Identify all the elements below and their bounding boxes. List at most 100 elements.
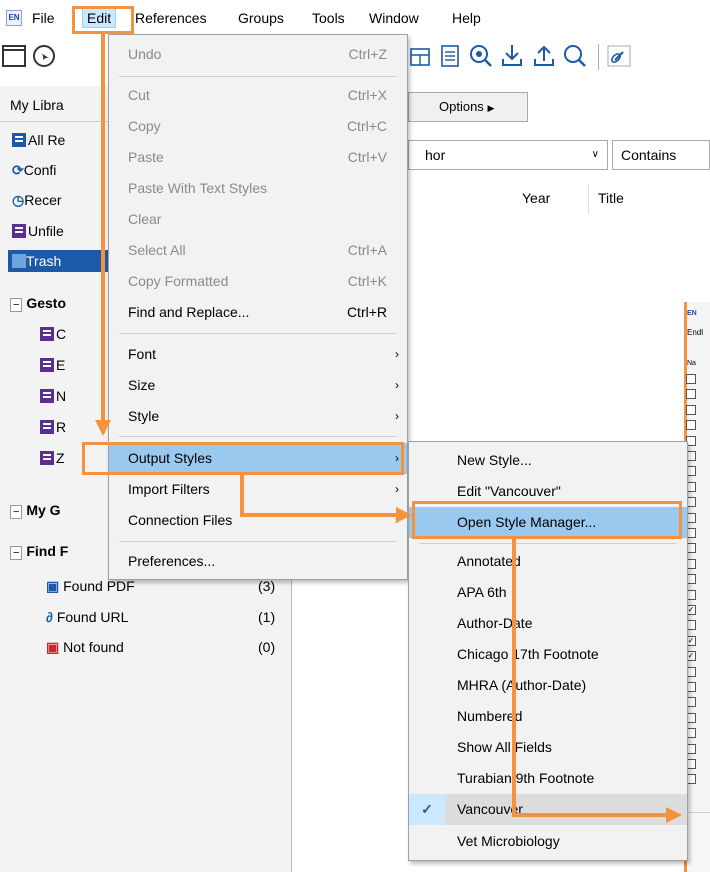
annotation-output-styles-highlight — [82, 442, 404, 475]
group-icon — [40, 420, 54, 434]
chevron-right-icon: › — [395, 378, 399, 392]
find-pdf-icon[interactable] — [562, 41, 588, 71]
chevron-down-icon: ∨ — [591, 149, 599, 160]
menu-file[interactable]: File — [32, 10, 55, 26]
submenu-item-style[interactable]: Turabian 9th Footnote — [409, 763, 687, 794]
group-item[interactable]: C — [40, 323, 66, 345]
group-item[interactable]: N — [40, 385, 66, 407]
clock-icon: ◷ — [12, 192, 25, 208]
submenu-item-style[interactable]: Show All Fields — [409, 732, 687, 763]
online-search-icon[interactable] — [468, 41, 494, 71]
submenu-item-style[interactable]: Author-Date — [409, 608, 687, 639]
submenu-item-style[interactable]: MHRA (Author-Date) — [409, 670, 687, 701]
menu-item-style[interactable]: Style › — [109, 401, 407, 432]
submenu-item-style[interactable]: Annotated — [409, 546, 687, 577]
submenu-item-style[interactable]: APA 6th — [409, 577, 687, 608]
not-found-item[interactable]: ▣ Not found — [46, 636, 124, 658]
menu-item-copy-formatted[interactable]: Copy Formatted Ctrl+K — [109, 266, 407, 297]
annotation-arrow-line — [240, 513, 400, 517]
group-item[interactable]: E — [40, 354, 65, 376]
collapse-icon[interactable]: − — [10, 298, 23, 312]
collapse-icon[interactable]: − — [10, 546, 23, 560]
menu-item-connection-files[interactable]: Connection Files› — [109, 505, 407, 536]
menu-item-size[interactable]: Size › — [109, 370, 407, 401]
unfiled-icon — [12, 224, 26, 238]
recently-added-item[interactable]: ◷Recer — [12, 189, 62, 211]
menu-item-find-and-replace[interactable]: Find and Replace... Ctrl+R — [109, 297, 407, 328]
menu-help[interactable]: Help — [452, 10, 481, 26]
submenu-item-style[interactable]: Chicago 17th Footnote — [409, 639, 687, 670]
submenu-item-style[interactable]: Numbered — [409, 701, 687, 732]
group-set-header[interactable]: − Gesto — [10, 292, 66, 314]
menu-groups[interactable]: Groups — [238, 10, 284, 26]
annotation-arrow-line — [240, 475, 244, 517]
style-checkbox[interactable] — [686, 374, 696, 384]
menu-item-import-filters[interactable]: Import Filters › — [109, 474, 407, 505]
folder-icon[interactable] — [2, 41, 28, 71]
menu-separator — [119, 76, 397, 77]
collapse-icon[interactable]: − — [10, 505, 23, 519]
annotation-arrowhead — [396, 507, 412, 523]
annotation-arrow-line — [101, 33, 105, 433]
found-pdf-icon: ▣ — [46, 578, 60, 594]
search-field-select[interactable]: hor ∨ — [408, 140, 608, 170]
year-column-header[interactable]: Year — [522, 190, 550, 206]
menu-item-paste-with-text-styles[interactable]: Paste With Text Styles — [109, 173, 407, 204]
column-divider — [588, 184, 589, 214]
group-item[interactable]: R — [40, 416, 66, 438]
caret-right-icon: ▶ — [487, 103, 495, 113]
my-library-tab[interactable]: My Libra — [10, 94, 64, 116]
menu-item-font[interactable]: Font › — [109, 339, 407, 370]
menu-separator — [119, 436, 397, 437]
find-full-text-header[interactable]: − Find F — [10, 540, 68, 562]
found-url-count: (1) — [258, 609, 276, 625]
table-icon[interactable] — [408, 41, 434, 71]
menu-item-copy[interactable]: Copy Ctrl+C — [109, 111, 407, 142]
menu-tools[interactable]: Tools — [312, 10, 345, 26]
annotation-arrow-line — [512, 813, 670, 817]
link-icon[interactable] — [606, 41, 632, 71]
chevron-right-icon: › — [395, 347, 399, 361]
group-icon — [40, 358, 54, 372]
sync-icon: ⟳ — [12, 162, 24, 178]
style-checkbox[interactable] — [686, 420, 696, 431]
group-icon — [40, 327, 54, 341]
name-column-header: Na — [687, 360, 696, 367]
link-icon: ∂ — [46, 609, 53, 625]
options-button[interactable]: Options ▶ — [408, 92, 528, 122]
import-icon[interactable] — [500, 41, 526, 71]
menu-references[interactable]: References — [135, 10, 207, 26]
submenu-item-new-style[interactable]: New Style... — [409, 445, 687, 476]
group-item[interactable]: Z — [40, 447, 65, 469]
all-references-icon — [12, 133, 26, 147]
found-url-item[interactable]: ∂ Found URL — [46, 606, 128, 628]
globe-icon[interactable] — [32, 41, 58, 71]
all-references-item[interactable]: All Re — [12, 129, 65, 151]
menu-item-clear[interactable]: Clear — [109, 204, 407, 235]
configure-sync-item[interactable]: ⟳Confi — [12, 159, 56, 181]
export-icon[interactable] — [532, 41, 558, 71]
submenu-item-style[interactable]: Vet Microbiology — [409, 826, 687, 857]
style-info-panel — [687, 812, 710, 872]
annotation-arrow-line — [512, 539, 516, 817]
search-operator-select[interactable]: Contains — [612, 140, 710, 170]
title-column-header[interactable]: Title — [598, 190, 624, 206]
style-checkbox[interactable] — [686, 404, 696, 415]
my-groups-header[interactable]: − My G — [10, 499, 61, 521]
menu-item-paste[interactable]: Paste Ctrl+V — [109, 142, 407, 173]
submenu-item-style-selected[interactable]: ✓ Vancouver — [409, 794, 687, 825]
style-checkbox[interactable] — [686, 389, 696, 400]
menu-item-preferences[interactable]: Preferences... — [109, 546, 407, 577]
not-found-count: (0) — [258, 639, 276, 655]
window-title: Endl — [687, 328, 704, 337]
menu-window[interactable]: Window — [369, 10, 419, 26]
unfiled-item[interactable]: Unfile — [12, 220, 64, 242]
menu-item-select-all[interactable]: Select All Ctrl+A — [109, 235, 407, 266]
endnote-logo-icon: EN — [687, 310, 697, 317]
menu-item-cut[interactable]: Cut Ctrl+X — [109, 80, 407, 111]
add-reference-icon[interactable] — [438, 41, 464, 71]
chevron-right-icon: › — [395, 482, 399, 496]
group-icon — [40, 451, 54, 465]
annotation-style-manager-highlight — [412, 501, 682, 539]
menu-item-undo[interactable]: Undo Ctrl+Z — [109, 39, 407, 70]
